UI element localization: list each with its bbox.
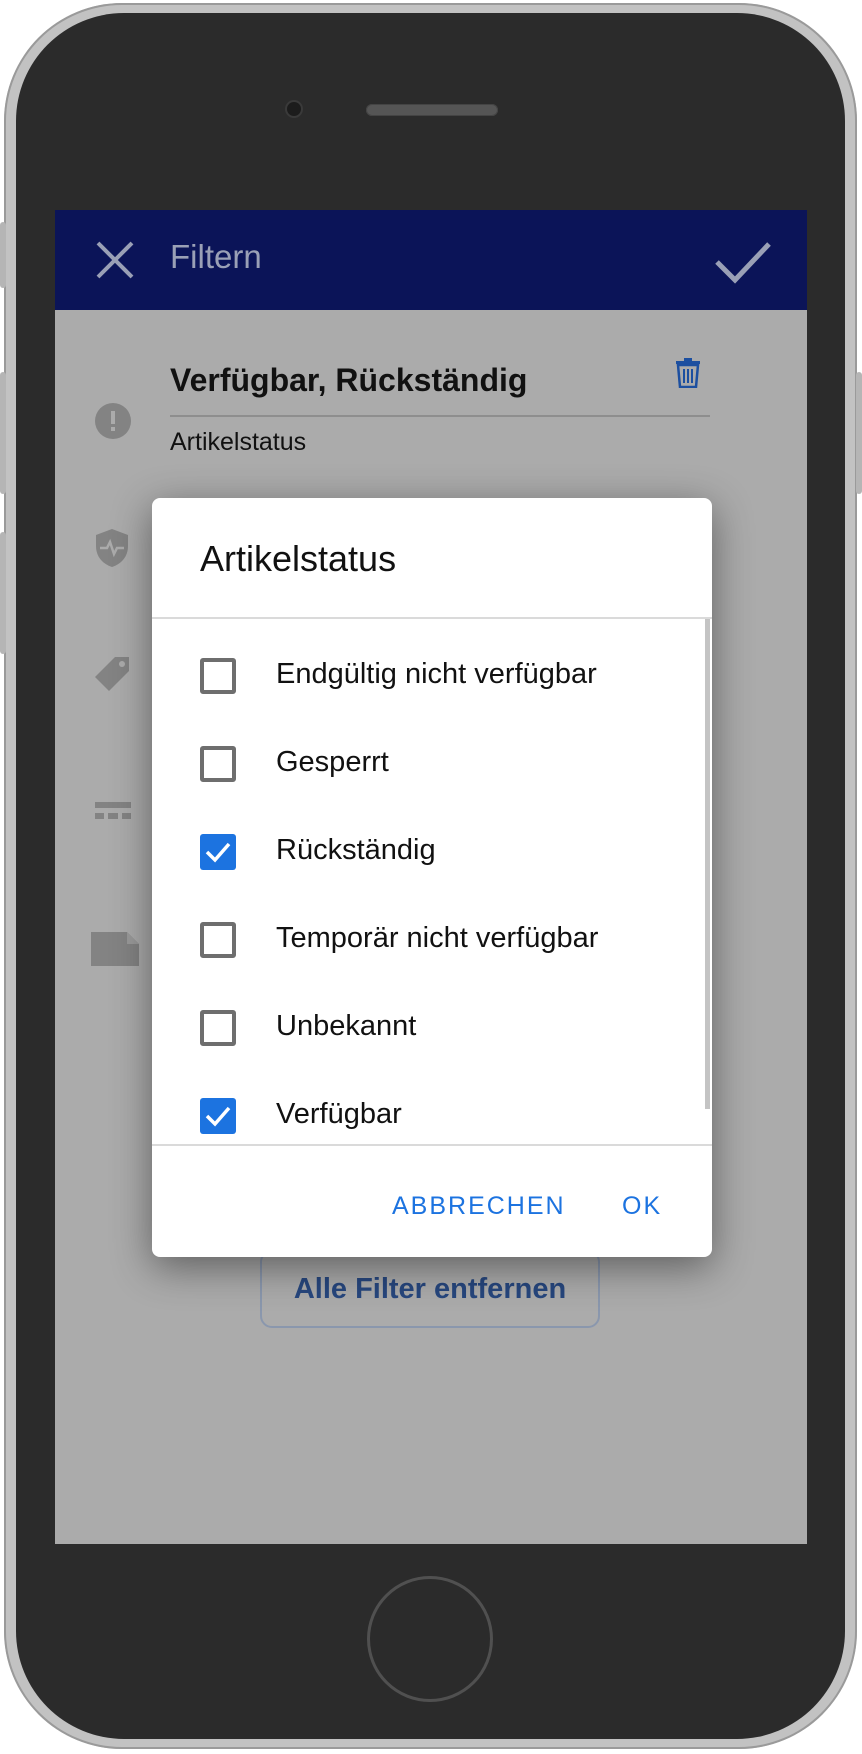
checkmark-icon — [205, 842, 231, 863]
option-gesperrt[interactable]: Gesperrt — [152, 730, 692, 800]
option-label: Gesperrt — [276, 746, 389, 778]
check-icon[interactable] — [715, 240, 771, 284]
checkbox[interactable] — [200, 658, 236, 694]
page-title: Filtern — [170, 238, 262, 275]
trash-icon[interactable] — [675, 358, 701, 388]
checkbox-checked[interactable] — [200, 1098, 236, 1134]
checkbox-checked[interactable] — [200, 834, 236, 870]
filter-value[interactable]: Verfügbar, Rückständig — [170, 362, 527, 399]
dialog-bottom-divider — [152, 1144, 712, 1146]
dialog-title: Artikelstatus — [200, 538, 397, 579]
document-icon — [91, 932, 139, 966]
ok-button[interactable]: OK — [622, 1192, 662, 1221]
option-label: Temporär nicht verfügbar — [276, 922, 599, 954]
option-label: Rückständig — [276, 834, 436, 866]
filter-label: Artikelstatus — [170, 428, 307, 456]
shield-pulse-icon — [96, 529, 128, 567]
checkbox[interactable] — [200, 922, 236, 958]
home-button[interactable] — [367, 1576, 493, 1702]
remove-all-filters-button[interactable]: Alle Filter entfernen — [260, 1250, 600, 1328]
status-dialog: Artikelstatus Endgültig nicht verfügbar … — [152, 498, 712, 1257]
option-label: Verfügbar — [276, 1098, 402, 1130]
dialog-top-divider — [152, 617, 712, 619]
segments-icon — [95, 802, 131, 819]
cancel-button[interactable]: ABBRECHEN — [392, 1192, 566, 1221]
option-temporaer-nicht-verfuegbar[interactable]: Temporär nicht verfügbar — [152, 906, 692, 976]
option-verfuegbar[interactable]: Verfügbar — [152, 1082, 692, 1152]
checkbox[interactable] — [200, 746, 236, 782]
checkmark-icon — [205, 1106, 231, 1127]
volume-down-button — [0, 532, 6, 654]
option-unbekannt[interactable]: Unbekannt — [152, 994, 692, 1064]
filter-underline — [170, 415, 710, 417]
tag-icon — [95, 657, 129, 691]
option-label: Endgültig nicht verfügbar — [276, 658, 597, 690]
checkbox[interactable] — [200, 1010, 236, 1046]
power-button — [856, 372, 862, 494]
alert-circle-icon — [95, 403, 131, 439]
front-camera — [287, 102, 301, 116]
earpiece-speaker — [366, 104, 498, 116]
option-rueckstaendig[interactable]: Rückständig — [152, 818, 692, 888]
app-bar: Filtern — [55, 210, 807, 310]
option-endgueltig-nicht-verfuegbar[interactable]: Endgültig nicht verfügbar — [152, 642, 692, 712]
mute-switch — [0, 222, 6, 288]
close-icon[interactable] — [95, 240, 135, 280]
option-label: Unbekannt — [276, 1010, 417, 1042]
volume-up-button — [0, 372, 6, 494]
dialog-scrollbar[interactable] — [705, 619, 710, 1109]
